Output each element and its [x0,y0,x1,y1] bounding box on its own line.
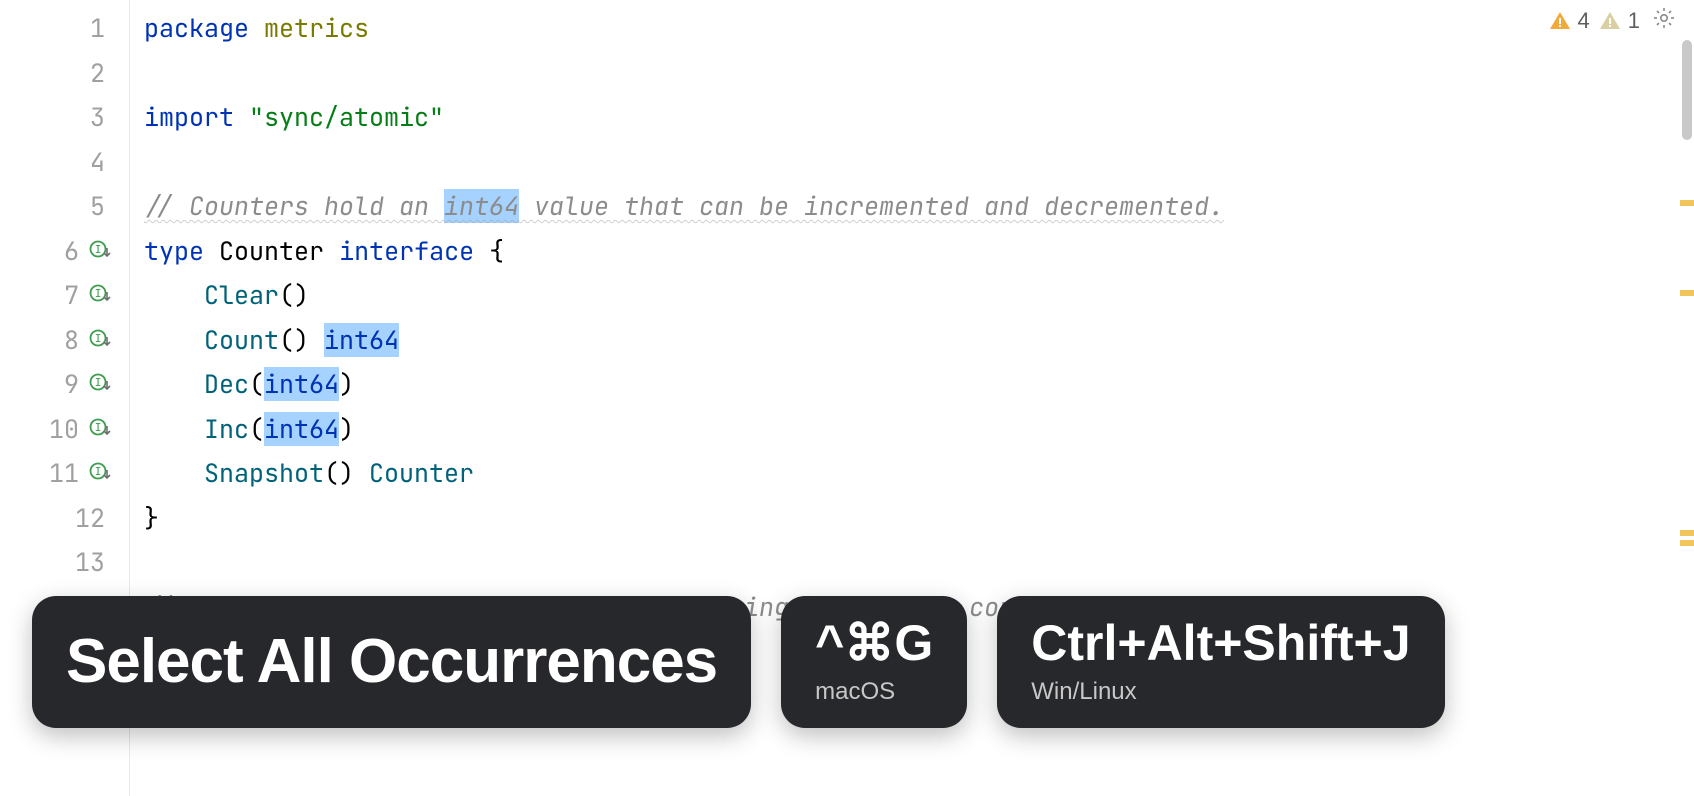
brace: } [144,501,159,535]
keyword-interface: interface [339,234,474,268]
type-name: Counter [219,234,324,268]
code-line: type Counter interface { [144,229,1694,274]
warning-marker[interactable] [1680,200,1694,206]
selection-occurrence: int64 [444,189,519,223]
line-number: 3 [90,100,105,134]
import-path: "sync/atomic" [249,100,444,134]
code-line: Inc(int64) [144,407,1694,452]
line-number: 2 [90,56,105,90]
line-number: 5 [90,189,105,223]
implemented-icon[interactable]: I [89,240,111,262]
selection-occurrence: int64 [264,412,339,446]
line-number: 10 [49,412,79,446]
weak-warning-count: 1 [1628,8,1640,34]
code-line [144,540,1694,585]
selection-occurrence: int64 [264,367,339,401]
warning-marker[interactable] [1680,290,1694,296]
method-name: Snapshot [204,456,324,490]
line-number: 8 [64,323,79,357]
line-number: 13 [75,545,105,579]
keyword-import: import [144,100,234,134]
shortcut-keys: Ctrl+Alt+Shift+J [1031,618,1410,668]
keyword-type: type [144,234,204,268]
brace: { [474,234,504,268]
keyword-package: package [144,11,249,45]
warning-marker[interactable] [1680,540,1694,546]
svg-text:I: I [95,332,102,345]
code-line: Snapshot() Counter [144,451,1694,496]
comment-text: value that can be incremented and decrem… [519,189,1224,223]
implemented-icon[interactable]: I [89,462,111,484]
shortcut-keys: ^⌘G [815,618,933,668]
type-reference: Counter [369,456,474,490]
code-line: } [144,496,1694,541]
implemented-icon[interactable]: I [89,329,111,351]
code-line [144,51,1694,96]
implemented-icon[interactable]: I [89,418,111,440]
method-name: Dec [204,367,249,401]
line-number: 11 [49,456,79,490]
inspection-widget[interactable]: 4 1 [1548,6,1677,36]
line-number: 1 [90,11,105,45]
gear-icon[interactable] [1652,6,1676,36]
error-stripe[interactable] [1680,0,1694,796]
svg-text:I: I [95,376,102,389]
shortcut-card-macos: ^⌘G macOS [781,596,967,728]
warning-icon [1548,9,1572,33]
code-line: Count() int64 [144,318,1694,363]
line-number: 4 [90,145,105,179]
code-line [144,140,1694,185]
line-number: 9 [64,367,79,401]
weak-warning-icon [1598,9,1622,33]
svg-text:I: I [95,465,102,478]
method-name: Clear [204,278,279,312]
svg-text:I: I [95,243,102,256]
comment-text: // Counters hold an [144,189,444,223]
implemented-icon[interactable]: I [89,284,111,306]
svg-text:I: I [95,287,102,300]
package-name: metrics [264,11,369,45]
implemented-icon[interactable]: I [89,373,111,395]
shortcut-platform: Win/Linux [1031,678,1410,706]
selection-occurrence: int64 [324,323,399,357]
line-number: 12 [75,501,105,535]
tip-title-card: Select All Occurrences [32,596,751,728]
warning-marker[interactable] [1680,530,1694,536]
code-line: // Counters hold an int64 value that can… [144,184,1694,229]
code-line: package metrics [144,6,1694,51]
method-name: Count [204,323,279,357]
scrollbar-thumb[interactable] [1682,40,1692,140]
tip-title: Select All Occurrences [66,631,717,693]
code-line: Dec(int64) [144,362,1694,407]
code-line: Clear() [144,273,1694,318]
code-line: import "sync/atomic" [144,95,1694,140]
line-number: 7 [64,278,79,312]
method-name: Inc [204,412,249,446]
svg-text:I: I [95,421,102,434]
warning-count: 4 [1578,8,1590,34]
shortcut-card-winlinux: Ctrl+Alt+Shift+J Win/Linux [997,596,1444,728]
shortcut-overlay: Select All Occurrences ^⌘G macOS Ctrl+Al… [32,596,1445,728]
shortcut-platform: macOS [815,678,933,706]
line-number: 6 [64,234,79,268]
